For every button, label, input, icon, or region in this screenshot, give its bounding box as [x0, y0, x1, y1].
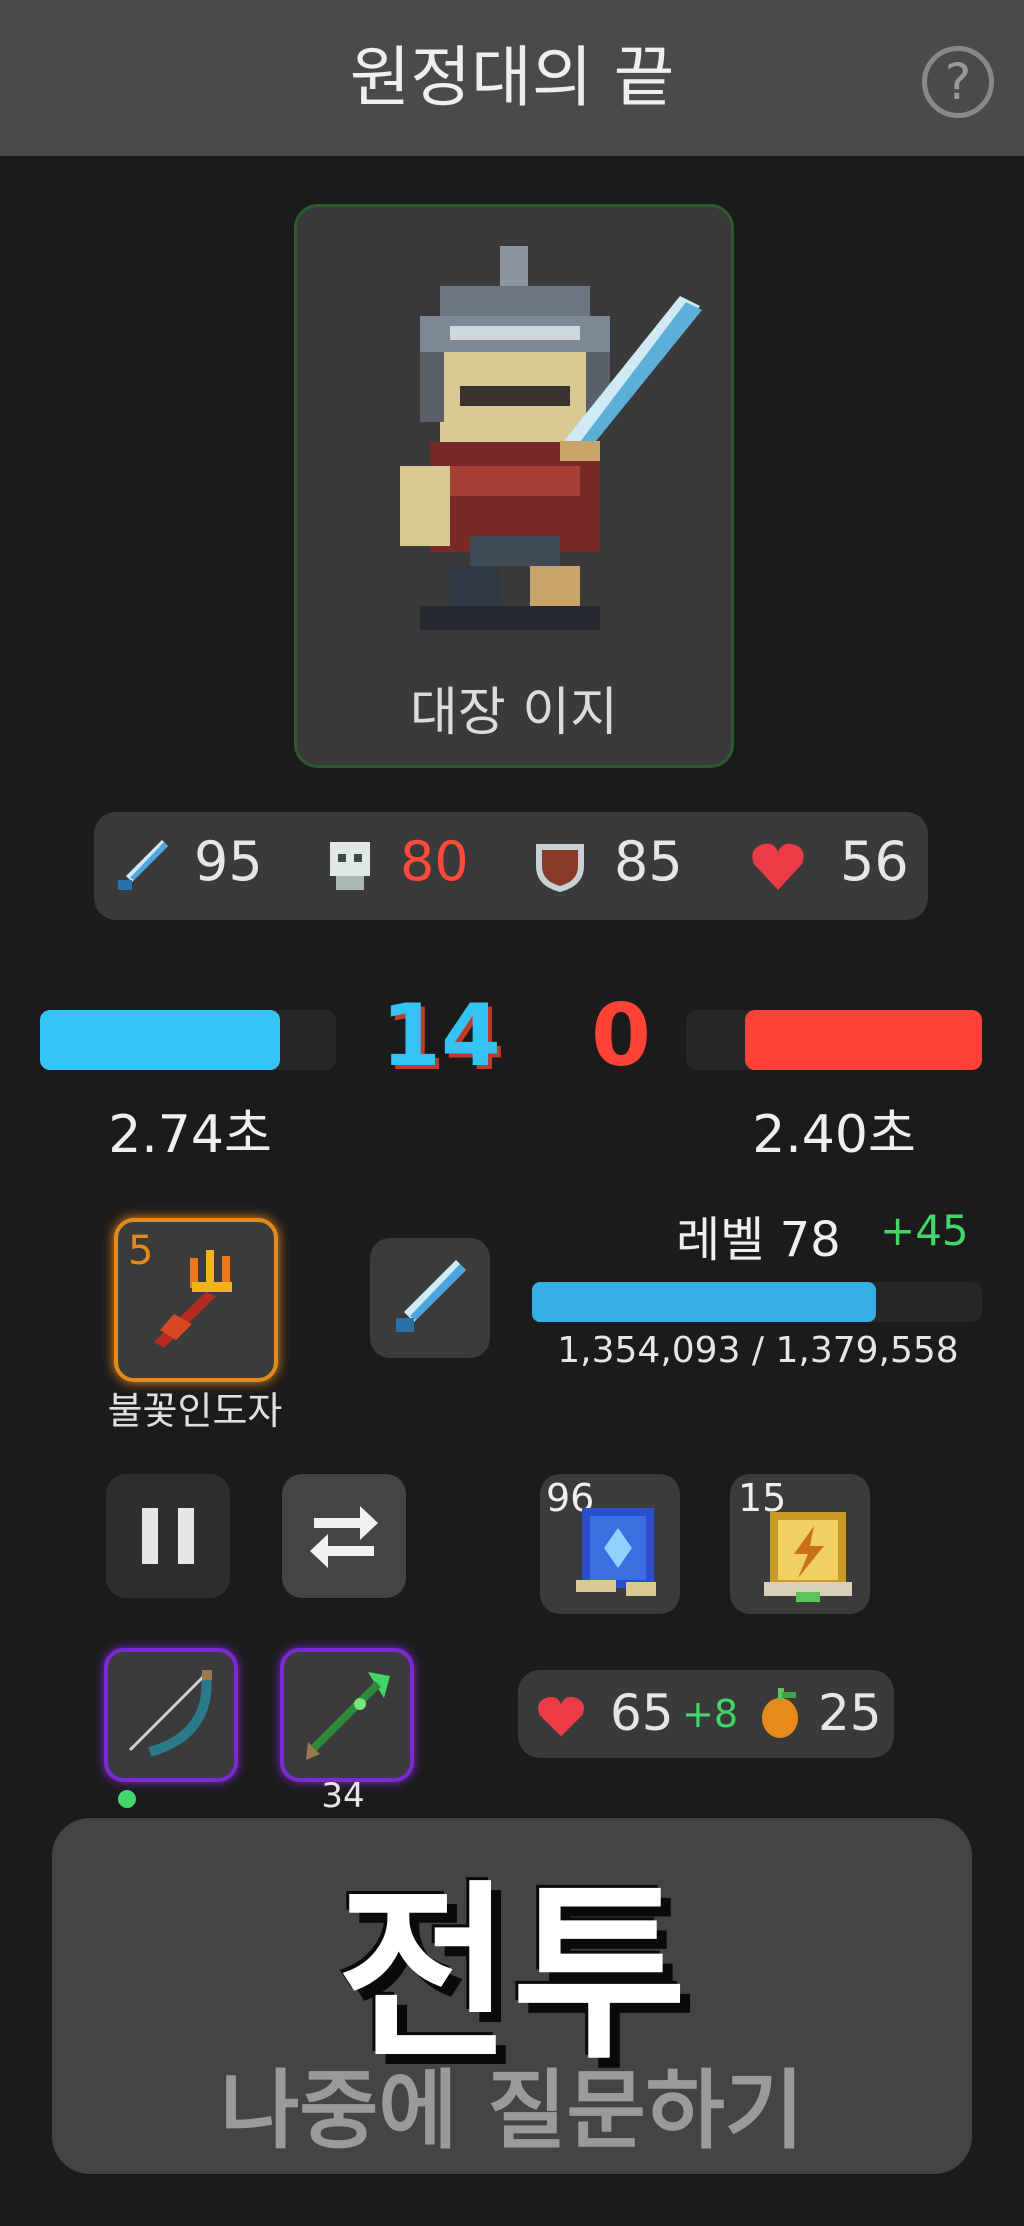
- flame-trident-icon: [154, 1250, 232, 1348]
- sapphire-tome-icon: [576, 1508, 656, 1596]
- bow-equipped-dot: [118, 1790, 136, 1808]
- player-timer: 2.74초: [108, 1105, 272, 1165]
- player-attack-bar: [40, 1010, 280, 1070]
- page-title: 원정대의 끝: [349, 39, 675, 116]
- shield-icon: [536, 844, 584, 892]
- hearts-gain: +8: [682, 1692, 739, 1736]
- sword-icon: [118, 840, 168, 890]
- bow-icon: [128, 1670, 212, 1757]
- xp-bar: [532, 1282, 876, 1322]
- stat-death-value: 80: [400, 830, 469, 893]
- stat-attack-value: 95: [194, 830, 263, 893]
- lightning-scroll-icon: [764, 1512, 852, 1602]
- fruit-value: 25: [818, 1684, 882, 1742]
- ask-later-label: 나중에 질문하기: [220, 2061, 804, 2161]
- sword-icon: [396, 1260, 466, 1332]
- heart-icon: [752, 843, 804, 890]
- help-icon[interactable]: ?: [922, 46, 994, 118]
- green-arrow-icon: [306, 1672, 390, 1760]
- level-gain: +45: [880, 1206, 969, 1255]
- enemy-timer: 2.40초: [752, 1105, 916, 1165]
- arrow-count: 34: [321, 1776, 365, 1816]
- player-score: 14: [381, 986, 501, 1086]
- hearts-value: 65: [610, 1684, 674, 1742]
- captain-sprite-icon: [400, 246, 702, 630]
- stat-defense-value: 85: [614, 830, 683, 893]
- pause-icon: [142, 1508, 194, 1564]
- hero-item-name: 불꽃인도자: [107, 1389, 283, 1433]
- enemy-attack-bar: [745, 1010, 982, 1070]
- heart-icon: [538, 1696, 584, 1737]
- skull-icon: [330, 842, 370, 890]
- xp-progress-text: 1,354,093 / 1,379,558: [557, 1330, 959, 1371]
- boss-name: 대장 이지: [410, 683, 618, 743]
- level-label: 레벨 78: [676, 1212, 841, 1268]
- stat-health-value: 56: [840, 830, 909, 893]
- fruit-icon: [762, 1688, 798, 1738]
- enemy-score: 0: [591, 986, 651, 1086]
- swap-arrows-icon: [310, 1506, 378, 1568]
